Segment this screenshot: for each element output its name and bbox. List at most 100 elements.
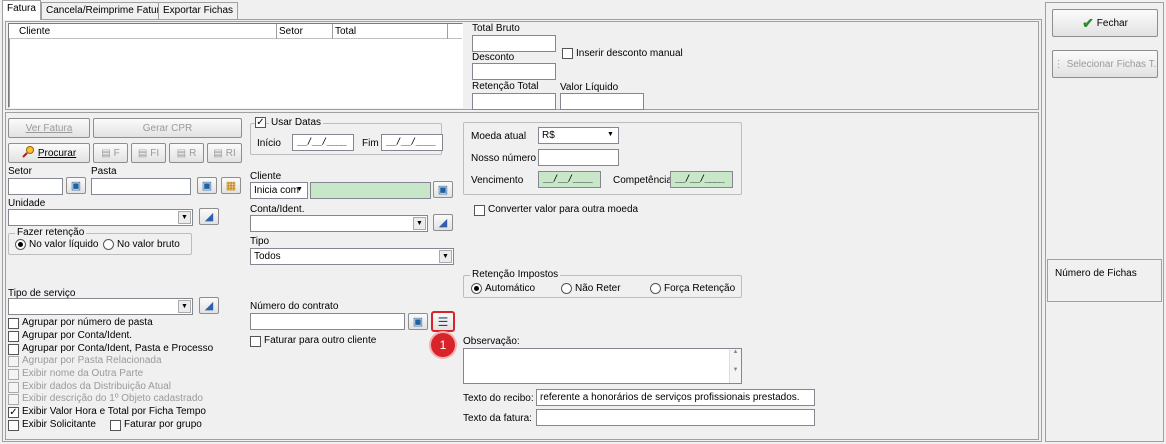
unidade-label: Unidade bbox=[8, 198, 46, 209]
texto-fatura-field[interactable] bbox=[536, 409, 815, 426]
tipo-servico-clear-button[interactable]: ◢ bbox=[199, 297, 219, 314]
competencia-date-field[interactable]: __/__/____ bbox=[670, 171, 733, 188]
usar-datas-label: Usar Datas bbox=[269, 117, 324, 128]
conta-ident-clear-button[interactable]: ◢ bbox=[433, 214, 453, 231]
setor-label: Setor bbox=[8, 166, 32, 177]
unidade-clear-button[interactable]: ◢ bbox=[199, 208, 219, 225]
usar-datas-checkbox[interactable]: ✓ bbox=[255, 117, 266, 128]
inserir-desconto-label: Inserir desconto manual bbox=[576, 48, 683, 59]
printer-icon: ▤ bbox=[101, 147, 111, 159]
option-checkbox-label: Agrupar por Pasta Relacionada bbox=[22, 355, 162, 366]
contrato-list-button[interactable]: ☰ bbox=[431, 311, 455, 332]
retencao-total-label: Retenção Total bbox=[472, 81, 539, 92]
no-valor-liquido-label: No valor líquido bbox=[29, 239, 99, 250]
grid-header-cliente[interactable]: Cliente bbox=[19, 26, 50, 37]
no-valor-liquido-radio[interactable] bbox=[15, 239, 26, 250]
conta-ident-select[interactable]: ▼ bbox=[250, 215, 428, 232]
retencao-total-field[interactable] bbox=[472, 93, 556, 110]
option-checkbox[interactable] bbox=[8, 382, 19, 393]
fechar-button[interactable]: ✔ Fechar bbox=[1052, 9, 1158, 37]
print-fi-button[interactable]: ▤ FI bbox=[131, 143, 166, 163]
printer-icon: ▤ bbox=[176, 147, 187, 159]
total-bruto-label: Total Bruto bbox=[472, 23, 520, 34]
nao-reter-radio[interactable] bbox=[561, 283, 572, 294]
gerar-cpr-button[interactable]: Gerar CPR bbox=[93, 118, 242, 138]
contrato-lookup-button[interactable]: ▣ bbox=[408, 313, 428, 330]
faturar-por-grupo-label: Faturar por grupo bbox=[124, 419, 202, 430]
total-bruto-field[interactable] bbox=[472, 35, 556, 52]
chevron-down-icon: ▼ bbox=[607, 131, 614, 138]
valor-liquido-field[interactable] bbox=[560, 93, 644, 110]
numero-contrato-label: Número do contrato bbox=[250, 301, 339, 312]
chevron-down-icon: ▼ bbox=[178, 300, 191, 313]
tipo-label: Tipo bbox=[250, 236, 270, 247]
option-checkbox-label: Exibir descrição do 1º Objeto cadastrado bbox=[22, 393, 203, 404]
option-checkbox-label: Exibir Solicitante bbox=[22, 419, 96, 430]
valor-liquido-label: Valor Líquido bbox=[560, 82, 619, 93]
option-checkbox[interactable] bbox=[8, 394, 19, 405]
tab-exportar-fichas[interactable]: Exportar Fichas bbox=[158, 2, 239, 19]
tab-fatura[interactable]: Fatura bbox=[2, 0, 41, 20]
option-checkbox[interactable] bbox=[8, 356, 19, 367]
faturar-outro-cliente-checkbox[interactable] bbox=[250, 336, 261, 347]
desconto-field[interactable] bbox=[472, 63, 556, 80]
grid-header-total[interactable]: Total bbox=[335, 26, 356, 37]
cliente-label: Cliente bbox=[250, 171, 282, 182]
option-checkbox-label: Exibir nome da Outra Parte bbox=[22, 368, 144, 379]
converter-moeda-checkbox[interactable] bbox=[474, 205, 485, 216]
chevron-down-icon: ▼ bbox=[178, 211, 191, 224]
results-grid[interactable]: Cliente Setor Total bbox=[8, 23, 463, 108]
forca-retencao-radio[interactable] bbox=[650, 283, 661, 294]
lookup-icon: ▣ bbox=[70, 180, 82, 192]
inserir-desconto-checkbox[interactable] bbox=[562, 48, 573, 59]
print-ri-button[interactable]: ▤ RI bbox=[207, 143, 242, 163]
pasta-lookup-button[interactable]: ▣ bbox=[197, 177, 217, 194]
inicio-date-field[interactable]: __/__/____ bbox=[292, 134, 354, 151]
cliente-lookup-button[interactable]: ▣ bbox=[433, 181, 453, 198]
fim-date-field[interactable]: __/__/____ bbox=[381, 134, 443, 151]
option-checkbox-label: Agrupar por Conta/Ident, Pasta e Process… bbox=[22, 343, 214, 354]
option-checkbox-label: Agrupar por Conta/Ident. bbox=[22, 330, 133, 341]
observacao-textarea[interactable]: ▲ ▼ bbox=[463, 348, 742, 384]
numero-contrato-field[interactable] bbox=[250, 313, 405, 330]
ver-fatura-button[interactable]: Ver Fatura bbox=[8, 118, 90, 138]
converter-moeda-label: Converter valor para outra moeda bbox=[488, 204, 639, 215]
cliente-mode-select[interactable]: Inicia com ▼ bbox=[250, 182, 308, 199]
option-checkbox-label: Agrupar por número de pasta bbox=[22, 317, 153, 328]
faturar-por-grupo-checkbox[interactable] bbox=[110, 420, 121, 431]
nosso-numero-field[interactable] bbox=[538, 149, 619, 166]
print-r-button[interactable]: ▤ R bbox=[169, 143, 204, 163]
moeda-atual-label: Moeda atual bbox=[471, 131, 527, 142]
print-f-button[interactable]: ▤ F bbox=[93, 143, 128, 163]
setor-lookup-button[interactable]: ▣ bbox=[66, 177, 86, 194]
step-badge: 1 bbox=[431, 333, 455, 357]
cliente-field[interactable] bbox=[310, 182, 431, 199]
procurar-button[interactable]: Procurar bbox=[8, 143, 90, 163]
no-valor-bruto-radio[interactable] bbox=[103, 239, 114, 250]
grid-header-setor[interactable]: Setor bbox=[279, 26, 303, 37]
tipo-servico-select[interactable]: ▼ bbox=[8, 298, 193, 315]
chevron-down-icon: ▼ bbox=[296, 186, 303, 193]
selection-icon: ⋮ bbox=[1053, 58, 1064, 70]
no-valor-bruto-label: No valor bruto bbox=[117, 239, 180, 250]
setor-field[interactable] bbox=[8, 178, 63, 195]
pasta-folder-button[interactable]: ▦ bbox=[221, 177, 241, 194]
printer-icon: ▤ bbox=[213, 147, 223, 159]
option-checkbox[interactable] bbox=[8, 369, 19, 380]
texto-recibo-field[interactable]: referente a honorários de serviços profi… bbox=[536, 389, 815, 406]
option-checkbox[interactable] bbox=[8, 318, 19, 329]
vencimento-date-field[interactable]: __/__/____ bbox=[538, 171, 601, 188]
moeda-select[interactable]: R$ ▼ bbox=[538, 127, 619, 144]
option-checkbox[interactable]: ✓ bbox=[8, 407, 19, 418]
unidade-select[interactable]: ▼ bbox=[8, 209, 193, 226]
option-checkbox[interactable] bbox=[8, 344, 19, 355]
option-checkbox[interactable] bbox=[8, 331, 19, 342]
lookup-icon: ▣ bbox=[412, 316, 424, 328]
retencao-impostos-title: Retenção Impostos bbox=[470, 269, 561, 280]
pasta-field[interactable] bbox=[91, 178, 191, 195]
automatico-radio[interactable] bbox=[471, 283, 482, 294]
option-checkbox[interactable] bbox=[8, 420, 19, 431]
tipo-select[interactable]: Todos ▼ bbox=[250, 248, 454, 265]
tab-cancela-reimprime[interactable]: Cancela/Reimprime Fatura bbox=[41, 2, 171, 19]
selecionar-fichas-button[interactable]: ⋮ Selecionar Fichas T. bbox=[1052, 50, 1158, 78]
